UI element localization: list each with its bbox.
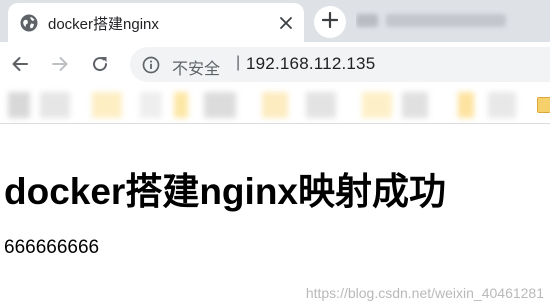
bookmark-item[interactable] — [174, 92, 188, 118]
bookmark-item[interactable] — [402, 92, 428, 118]
page-content: docker搭建nginx映射成功 666666666 https://blog… — [0, 125, 550, 306]
bookmark-item[interactable] — [362, 92, 392, 118]
omnibox-separator: | — [236, 54, 241, 71]
tab-title: docker搭建nginx — [48, 16, 159, 33]
security-label[interactable]: 不安全 — [172, 55, 220, 79]
tab-strip: docker搭建nginx — [0, 0, 550, 42]
watermark: https://blog.csdn.net/weixin_40461281 — [305, 285, 544, 301]
page-text: 666666666 — [4, 237, 100, 258]
new-tab-button[interactable] — [314, 6, 346, 38]
forward-arrow-icon[interactable] — [48, 52, 72, 76]
reload-icon[interactable] — [88, 52, 112, 76]
bookmark-item[interactable] — [40, 92, 70, 118]
bookmark-item[interactable] — [8, 92, 30, 118]
blurred-favicon — [356, 14, 378, 27]
info-icon[interactable] — [142, 56, 160, 74]
bookmark-item[interactable] — [92, 92, 122, 118]
close-icon[interactable] — [276, 13, 296, 33]
blurred-tab-title — [386, 14, 506, 27]
url-text[interactable]: 192.168.112.135 — [246, 54, 375, 74]
bookmarks-bar — [0, 86, 550, 124]
bookmark-item[interactable] — [488, 92, 516, 118]
active-tab[interactable]: docker搭建nginx — [8, 3, 304, 42]
bookmark-item[interactable] — [458, 92, 474, 118]
globe-icon — [20, 14, 38, 32]
page-heading: docker搭建nginx映射成功 — [4, 171, 446, 212]
bookmark-item[interactable] — [140, 92, 162, 118]
inactive-tab-blurred[interactable] — [356, 10, 550, 32]
address-bar[interactable]: 不安全 | 192.168.112.135 — [130, 47, 550, 82]
bookmark-item[interactable] — [204, 92, 236, 118]
back-arrow-icon[interactable] — [8, 52, 32, 76]
browser-toolbar: 不安全 | 192.168.112.135 — [0, 42, 550, 86]
plus-icon — [321, 11, 339, 33]
bookmark-item[interactable] — [306, 92, 336, 118]
folder-icon[interactable] — [537, 97, 550, 113]
bookmark-item[interactable] — [262, 92, 288, 118]
